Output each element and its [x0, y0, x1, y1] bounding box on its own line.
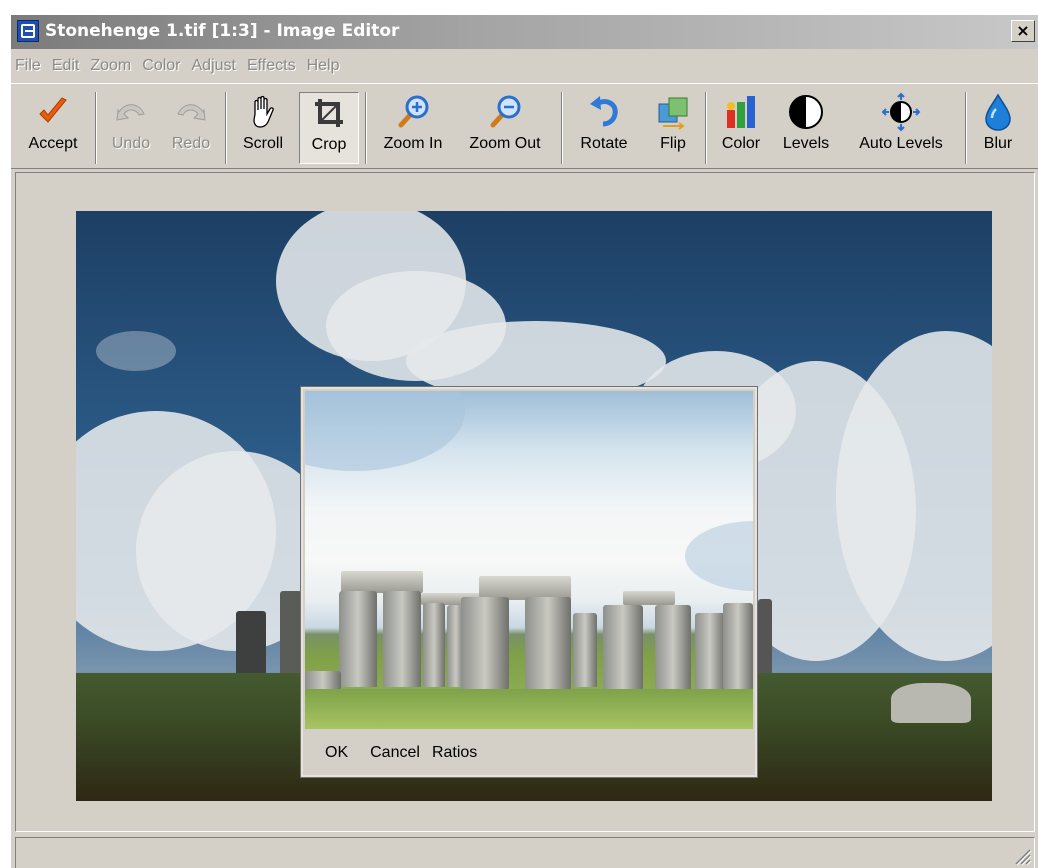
title-bar[interactable]: Stonehenge 1.tif [1:3] - Image Editor ×: [11, 15, 1038, 49]
zoom-out-button[interactable]: Zoom Out: [459, 92, 551, 164]
window-title: Stonehenge 1.tif [1:3] - Image Editor: [45, 21, 400, 41]
zoom-out-label: Zoom Out: [469, 135, 541, 152]
redo-label: Redo: [171, 135, 211, 152]
scroll-label: Scroll: [242, 135, 283, 152]
toolbar: Accept Undo Redo Scroll Crop Zoom In Zoo…: [11, 83, 1038, 169]
hand-icon: [243, 92, 283, 132]
crop-label: Crop: [311, 136, 347, 153]
menu-help[interactable]: Help: [303, 57, 345, 75]
rotate-icon: [584, 92, 624, 132]
ok-button[interactable]: OK: [315, 744, 358, 762]
color-bars-icon: [721, 92, 761, 132]
accept-label: Accept: [28, 135, 78, 152]
undo-label: Undo: [111, 135, 151, 152]
image-editor-window: Stonehenge 1.tif [1:3] - Image Editor × …: [10, 14, 1038, 868]
close-button[interactable]: ×: [1011, 20, 1035, 42]
checkmark-icon: [33, 92, 73, 132]
menu-adjust[interactable]: Adjust: [188, 57, 241, 75]
cancel-button[interactable]: Cancel: [370, 744, 426, 762]
flip-label: Flip: [660, 135, 686, 152]
levels-icon: [786, 92, 826, 132]
auto-levels-label: Auto Levels: [859, 135, 943, 152]
crop-icon: [309, 93, 349, 133]
menu-zoom[interactable]: Zoom: [86, 57, 136, 75]
accept-button[interactable]: Accept: [17, 92, 89, 164]
toolbar-separator: [365, 92, 367, 164]
color-button[interactable]: Color: [713, 92, 769, 164]
auto-levels-button[interactable]: Auto Levels: [845, 92, 957, 164]
toolbar-separator: [705, 92, 707, 164]
menu-edit[interactable]: Edit: [48, 57, 85, 75]
water-drop-icon: [978, 92, 1018, 132]
zoom-out-icon: [485, 92, 525, 132]
zoom-in-icon: [393, 92, 433, 132]
rotate-button[interactable]: Rotate: [569, 92, 639, 164]
levels-button[interactable]: Levels: [775, 92, 837, 164]
toolbar-separator: [965, 92, 967, 164]
ratios-button[interactable]: Ratios: [426, 744, 483, 762]
zoom-in-button[interactable]: Zoom In: [373, 92, 453, 164]
crop-button-row: OK Cancel Ratios: [303, 735, 755, 771]
crop-button[interactable]: Crop: [299, 92, 359, 164]
crop-preview[interactable]: [305, 391, 753, 729]
auto-levels-icon: [881, 92, 921, 132]
zoom-in-label: Zoom In: [383, 135, 443, 152]
menu-effects[interactable]: Effects: [243, 57, 301, 75]
flip-icon: [653, 92, 693, 132]
resize-grip-icon[interactable]: [1012, 846, 1032, 866]
redo-icon: [171, 92, 211, 132]
undo-icon: [111, 92, 151, 132]
app-icon: [17, 20, 39, 42]
toolbar-separator: [95, 92, 97, 164]
scroll-button[interactable]: Scroll: [233, 92, 293, 164]
levels-label: Levels: [782, 135, 830, 152]
flip-button[interactable]: Flip: [647, 92, 699, 164]
redo-button[interactable]: Redo: [163, 92, 219, 164]
image-canvas[interactable]: OK Cancel Ratios: [15, 172, 1035, 832]
toolbar-separator: [561, 92, 563, 164]
menu-file[interactable]: File: [11, 57, 46, 75]
crop-panel[interactable]: OK Cancel Ratios: [300, 386, 758, 778]
undo-button[interactable]: Undo: [103, 92, 159, 164]
rotate-label: Rotate: [580, 135, 628, 152]
menu-color[interactable]: Color: [138, 57, 185, 75]
toolbar-separator: [225, 92, 227, 164]
color-label: Color: [721, 135, 761, 152]
status-bar: [15, 837, 1035, 868]
blur-label: Blur: [983, 135, 1013, 152]
menu-bar: File Edit Zoom Color Adjust Effects Help: [11, 51, 1038, 81]
blur-button[interactable]: Blur: [973, 92, 1023, 164]
